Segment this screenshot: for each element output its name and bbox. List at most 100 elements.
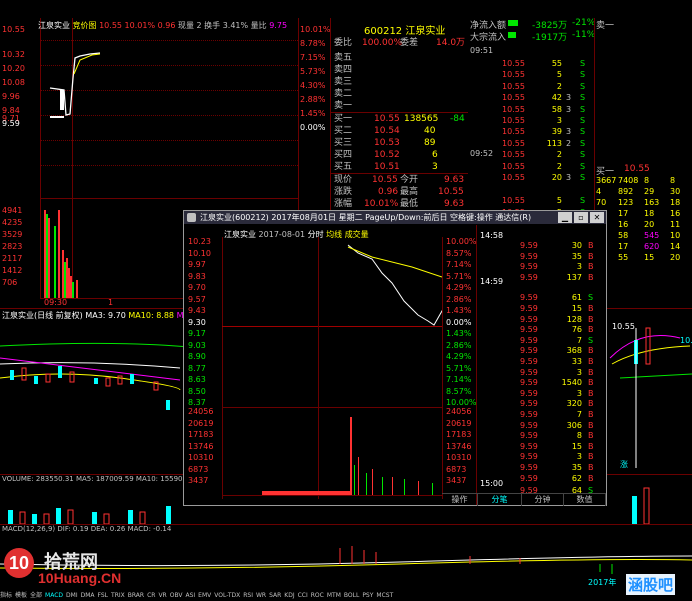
popup-tick-row[interactable]: 9.59 1540 B [480,378,604,388]
indicator-tab[interactable]: SAR [269,592,281,599]
indicator-tab[interactable]: PSY [362,592,373,599]
indicator-tab[interactable]: CR [147,592,155,599]
queue-row: 4 892 29 30 [594,187,692,198]
popup-values-button[interactable]: 数值 [564,494,606,506]
popup-ops-button[interactable]: 操作 [442,494,478,506]
popup-tick-row[interactable]: 9.59 368 B [480,346,604,356]
tick-row[interactable]: 10.55 55 S [476,58,590,69]
popup-tick-row[interactable]: 9.59 61 S [480,293,604,303]
popup-tick-row[interactable]: 9.59 62 B [480,474,604,484]
indicator-tab[interactable]: 模板 [15,592,27,599]
popup-pct-tick: 1.43% [446,306,472,315]
stock-name[interactable]: 江泉实业 [38,21,70,30]
sell-3-row[interactable]: 卖三 [332,77,466,88]
popup-tick-row[interactable]: 9.59 33 B [480,357,604,367]
popup-tick-row[interactable]: 9.59 15 B [480,442,604,452]
popup-tick-row[interactable]: 9.59 76 B [480,325,604,335]
intraday-header: 江泉实业 竞价图 10.55 10.01% 0.96 现量 2 换手 3.41%… [38,20,287,31]
popup-minute-button[interactable]: 分钟 [522,494,564,506]
buy-5-row[interactable]: 买五 10.51 3 [332,162,466,173]
indicator-tab[interactable]: VR [158,592,166,599]
indicator-tab[interactable]: MACD [45,592,63,599]
popup-tick-row[interactable]: 9.59 306 B [480,421,604,431]
popup-tick-row[interactable]: 9.59 35 B [480,252,604,262]
indicator-tab[interactable]: OBV [170,592,183,599]
popup-tick-row[interactable]: 9.59 7 B [480,410,604,420]
indicator-tab[interactable]: DMI [66,592,78,599]
indicator-tab[interactable]: ROC [311,592,324,599]
buy-4-row[interactable]: 买四 10.52 6 [332,150,466,161]
queue-cell: 58 [618,231,629,240]
indicator-tab[interactable]: DMA [81,592,95,599]
tick-row[interactable]: 10.55 42 3 S [476,92,590,103]
popup-time-1: 14:58 [480,231,504,240]
popup-tick-row[interactable]: 9.59 3 B [480,262,604,272]
popup-tick-row[interactable]: 9.59 15 B [480,304,604,314]
tick-row[interactable]: 10.55 5 S [476,195,590,206]
popup-tick-row[interactable]: 9.59 137 B [480,273,604,283]
buy-3-row[interactable]: 买三 10.53 89 [332,138,466,149]
intraday-time-tick: 1 [108,298,114,307]
popup-tick-row[interactable]: 9.59 7 S [480,336,604,346]
popup-tick-volume: 76 [571,325,582,335]
popup-tick-row[interactable]: 9.59 30 B [480,241,604,251]
tick-row[interactable]: 10.55 3 S [476,115,590,126]
popup-pct-tick: 1.43% [446,329,472,338]
indicator-tab[interactable]: BRAR [128,592,144,599]
popup-tick-row[interactable]: 9.59 320 B [480,399,604,409]
popup-price-tick: 9.97 [188,260,206,269]
indicator-tab[interactable]: KDJ [284,592,294,599]
buy-1-row[interactable]: 买一 10.55 138565 -84 [332,114,466,125]
sell-1-row[interactable]: 卖一 [332,101,466,112]
popup-tick-flag: B [588,410,594,419]
indicator-tab[interactable]: TRIX [111,592,125,599]
tick-row[interactable]: 10.55 5 S [476,69,590,80]
tick-row[interactable]: 10.55 39 3 S [476,126,590,137]
indicator-tab[interactable]: RSI [243,592,253,599]
sell-4-row[interactable]: 卖四 [332,65,466,76]
popup-tick-flag: S [588,335,594,345]
tick-price: 10.55 [502,70,525,80]
indicator-tab[interactable]: 指标 [0,592,12,599]
indicator-tab[interactable]: MCST [376,592,393,599]
close-button[interactable]: ✕ [590,212,604,223]
popup-ticks-button[interactable]: 分笔 [478,494,522,506]
popup-tick-row[interactable]: 9.59 3 B [480,368,604,378]
indicator-tab[interactable]: 全部 [30,592,42,599]
tick-row[interactable]: 10.55 20 3 S [476,172,590,183]
popup-title-bar[interactable]: 江泉实业(600212) 2017年08月01日 星期二 PageUp/Down… [184,211,606,224]
tick-price: 10.55 [502,138,525,148]
tick-row[interactable]: 10.55 2 S [476,81,590,92]
minimize-button[interactable]: ▁ [558,212,572,223]
indicator-tab[interactable]: WR [256,592,266,599]
maximize-button[interactable]: ▫ [574,212,588,223]
tick-row[interactable]: 10.55 2 S [476,161,590,172]
tick-row[interactable]: 10.55 2 S [476,149,590,160]
sell-2-row[interactable]: 卖二 [332,89,466,100]
popup-tick-row[interactable]: 9.59 3 B [480,452,604,462]
chart-mode-label[interactable]: 竞价图 [73,21,97,30]
indicator-tab[interactable]: FSL [98,592,109,599]
indicator-tab[interactable]: ASI [185,592,195,599]
tick-price: 10.55 [502,196,525,206]
popup-tick-row[interactable]: 9.59 8 B [480,431,604,441]
tick-row[interactable]: 10.55 58 3 S [476,104,590,115]
popup-tick-row[interactable]: 9.59 128 B [480,315,604,325]
tick-flag: S [580,104,586,114]
indicator-tab[interactable]: EMV [198,592,211,599]
sell-5-row[interactable]: 卖五 [332,53,466,64]
tick-price: 10.55 [502,104,525,114]
indicator-tab[interactable]: VOL-TDX [214,592,240,599]
popup-volume-tick-right: 6873 [446,464,467,474]
popup-tick-row[interactable]: 9.59 35 B [480,463,604,473]
popup-tick-row[interactable]: 9.59 3 B [480,389,604,399]
indicator-tab[interactable]: BOLL [344,592,359,599]
indicator-tab[interactable]: MTM [327,592,341,599]
buy-2-row[interactable]: 买二 10.54 40 [332,126,466,137]
queue-cell: 17 [618,242,629,251]
popup-price-tick: 9.03 [188,340,206,350]
indicator-tab[interactable]: CCI [298,592,308,599]
intraday-popup-window[interactable]: 江泉实业(600212) 2017年08月01日 星期二 PageUp/Down… [183,210,607,506]
popup-pct-tick: 10.00% [446,398,477,407]
tick-row[interactable]: 10.55 113 2 S [476,138,590,149]
